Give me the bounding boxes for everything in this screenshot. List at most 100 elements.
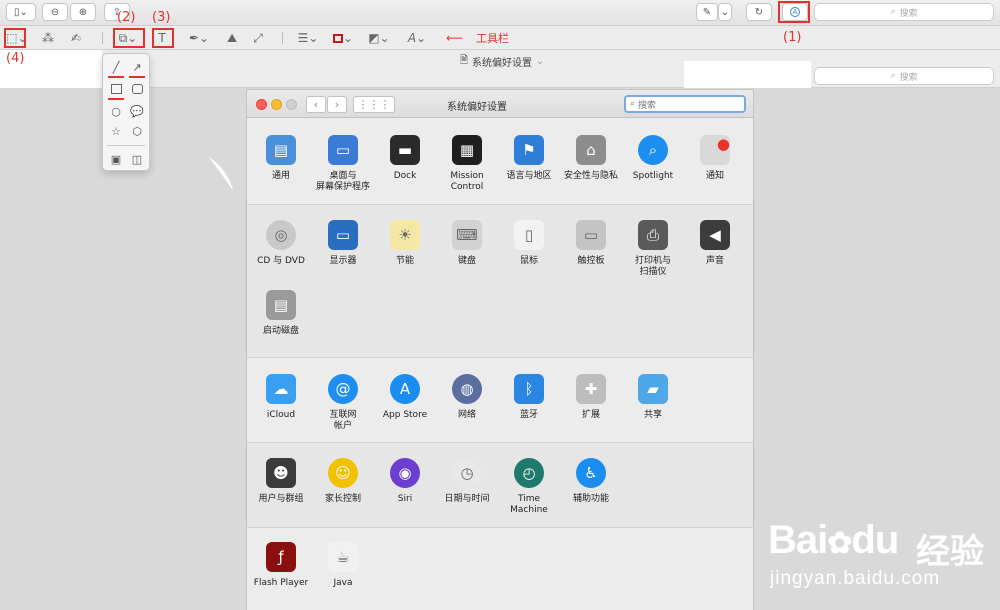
pref-pane-folder[interactable]: ▰ 共享 [622,374,684,421]
pref-pane-keyboard[interactable]: ⌨ 键盘 [436,220,498,267]
pref-pane-label: 打印机与 扫描仪 [634,256,671,277]
pref-pane-label: 触控板 [577,256,605,266]
pref-pane-label: 鼠标 [519,256,538,266]
zoom-out-button[interactable]: ⊖ [42,3,68,21]
adjust-size-icon[interactable]: ⤢ [250,30,266,46]
prefs-search-field[interactable]: ⌕ 搜索 [624,95,746,113]
zoom-in-button[interactable]: ⊕ [70,3,96,21]
pref-pane-label: CD 与 DVD [257,256,305,266]
notification-icon: ● [700,135,730,165]
pref-pane-mouse[interactable]: ▯ 鼠标 [498,220,560,267]
watermark-brand: Bai✿du [768,518,899,562]
chevron-down-icon: ⌄ [536,56,545,67]
oval-shape-icon[interactable]: ○ [109,104,123,118]
speech-bubble-icon[interactable]: 💬 [130,104,144,118]
disk-icon: ▤ [266,290,296,320]
bluetooth-icon: ᛒ [514,374,544,404]
rounded-rect-shape-icon[interactable] [130,82,144,96]
marker-box-4 [4,28,26,48]
pref-pane-house[interactable]: ⌂ 安全性与隐私 [560,135,622,182]
underline-mark [129,76,145,78]
rotate-button[interactable]: ↻ [746,3,772,21]
pref-pane-globe[interactable]: ◍ 网络 [436,374,498,421]
show-all-button[interactable]: ⋮⋮⋮ [353,96,395,113]
pref-pane-disk[interactable]: ▤ 启动磁盘 [250,290,312,337]
text-style-icon[interactable]: A⌄ [404,30,430,46]
sketch-icon[interactable]: ✍ [68,30,84,46]
pref-pane-appstore[interactable]: A App Store [374,374,436,421]
puzzle-icon: ✚ [576,374,606,404]
pref-pane-parental[interactable]: ☺ 家长控制 [312,458,374,505]
zoom-button[interactable] [286,99,297,110]
pref-pane-users[interactable]: ☻ 用户与群组 [250,458,312,505]
pref-pane-label: 启动磁盘 [262,326,299,336]
pref-pane-printer[interactable]: ⎙ 打印机与 扫描仪 [622,220,684,278]
document-search-field[interactable]: ⌕ 搜索 [814,67,994,85]
pref-pane-desktop[interactable]: ▭ 桌面与 屏幕保护程序 [312,135,374,193]
search-placeholder: 搜索 [899,8,918,19]
document-title: 🗎 系统偏好设置 ⌄ [460,55,545,69]
main-toolbar: ▯⌄ ⊖ ⊕ ⇪ ✎ ⌄ ↻ A ⌕ 搜索 [0,0,1000,26]
pref-pane-notification[interactable]: ● 通知 [684,135,746,182]
sidebar-toggle-button[interactable]: ▯⌄ [6,3,36,21]
mask-shape-icon[interactable]: ▣ [109,152,123,166]
arrow-shape-icon[interactable]: ↗ [130,60,144,74]
pref-pane-clock[interactable]: ◷ 日期与时间 [436,458,498,505]
rectangle-shape-icon[interactable] [109,82,123,96]
pref-pane-flag[interactable]: ⚑ 语言与地区 [498,135,560,182]
line-shape-icon[interactable]: ╱ [109,60,123,74]
signature-icon[interactable]: ✒⌄ [186,30,212,46]
pref-pane-puzzle[interactable]: ✚ 扩展 [560,374,622,421]
pref-pane-bulb[interactable]: ☀ 节能 [374,220,436,267]
cloud-icon: ☁ [266,374,296,404]
adjust-color-icon[interactable]: ⛰ [224,30,240,46]
pref-pane-label: Dock [393,171,417,181]
pref-pane-label: Java [333,578,353,588]
fill-color-icon[interactable]: ◩⌄ [366,30,392,46]
close-button[interactable] [256,99,267,110]
pref-pane-spotlight[interactable]: ⌕ Spotlight [622,135,684,182]
pref-pane-bluetooth[interactable]: ᛒ 蓝牙 [498,374,560,421]
pref-pane-label: 辅助功能 [572,494,609,504]
pen-button[interactable]: ✎ [696,3,718,21]
pref-pane-java[interactable]: ☕ Java [312,542,374,589]
pref-pane-mission-control[interactable]: ▦ Mission Control [436,135,498,193]
pref-pane-accessibility[interactable]: ♿ 辅助功能 [560,458,622,505]
pref-pane-flash[interactable]: ƒ Flash Player [250,542,312,589]
toolbar-arrow: ⟵ [446,31,464,45]
window-titlebar: ‹ › ⋮⋮⋮ 系统偏好设置 ⌕ 搜索 [247,90,753,118]
at-icon: @ [328,374,358,404]
folder-icon: ▰ [638,374,668,404]
paw-icon: ✿ [827,527,852,560]
line-style-icon[interactable]: ☰⌄ [296,30,320,46]
pen-menu-button[interactable]: ⌄ [718,3,732,21]
java-icon: ☕ [328,542,358,572]
star-shape-icon[interactable]: ☆ [109,124,123,138]
magic-wand-icon[interactable]: ⁂ [40,30,56,46]
pref-pane-cloud[interactable]: ☁ iCloud [250,374,312,421]
pref-pane-label: 家长控制 [324,494,361,504]
pref-pane-speaker[interactable]: ◀ 声音 [684,220,746,267]
pref-pane-label: 日期与时间 [444,494,490,504]
pref-pane-at[interactable]: @ 互联网 帐户 [312,374,374,432]
minimize-button[interactable] [271,99,282,110]
pref-pane-cd[interactable]: ◎ CD 与 DVD [250,220,312,267]
forward-button[interactable]: › [327,96,347,113]
marker-label-1: (1) [783,30,802,45]
pref-pane-trackpad[interactable]: ▭ 触控板 [560,220,622,267]
pref-pane-timemachine[interactable]: ◴ Time Machine [498,458,560,516]
border-color-icon[interactable]: ⌄ [330,30,356,46]
pref-pane-general[interactable]: ▤ 通用 [250,135,312,182]
back-button[interactable]: ‹ [306,96,326,113]
desktop-icon: ▭ [328,135,358,165]
pref-pane-siri[interactable]: ◉ Siri [374,458,436,505]
pref-pane-dock[interactable]: ▬ Dock [374,135,436,182]
loupe-shape-icon[interactable]: ◫ [130,152,144,166]
users-icon: ☻ [266,458,296,488]
trackpad-icon: ▭ [576,220,606,250]
toolbar-search-field[interactable]: ⌕ 搜索 [814,3,994,21]
pref-pane-display[interactable]: ▭ 显示器 [312,220,374,267]
pref-pane-label: Flash Player [253,578,309,588]
hexagon-shape-icon[interactable]: ⬡ [130,124,144,138]
pref-pane-label: 网络 [457,410,476,420]
